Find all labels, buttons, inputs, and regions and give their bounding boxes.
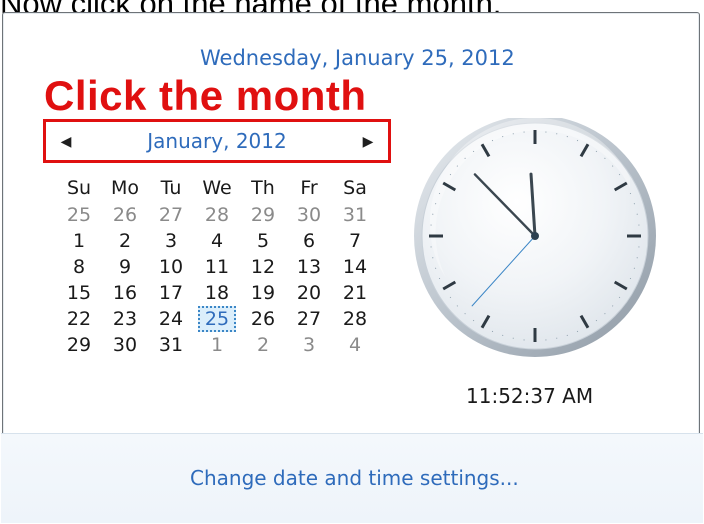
weekday-label: Mo	[110, 177, 140, 199]
weekday-label: We	[202, 177, 232, 199]
selected-day-cell[interactable]: 25	[194, 306, 240, 332]
instruction-annotation: Click the month	[44, 72, 367, 119]
day-cell[interactable]: 25	[56, 202, 102, 228]
day-cell[interactable]: 27	[148, 202, 194, 228]
day-cell[interactable]: 14	[332, 254, 378, 280]
day-cell[interactable]: 5	[240, 228, 286, 254]
day-cell[interactable]: 6	[286, 228, 332, 254]
month-navigation: ◀ January, 2012 ▶	[43, 119, 391, 163]
weekday-label: Sa	[343, 177, 367, 199]
previous-month-button[interactable]: ◀	[56, 132, 76, 152]
day-cell[interactable]: 23	[102, 306, 148, 332]
day-cell[interactable]: 28	[332, 306, 378, 332]
day-cell[interactable]: 31	[148, 332, 194, 358]
screenshot-root: Now click on the name of the month, Wedn…	[0, 0, 704, 524]
day-cell[interactable]: 4	[194, 228, 240, 254]
day-cell[interactable]: 28	[194, 202, 240, 228]
clock-center-pin	[531, 232, 539, 240]
day-cell[interactable]: 24	[148, 306, 194, 332]
day-cell[interactable]: 2	[102, 228, 148, 254]
day-cell[interactable]: 3	[286, 332, 332, 358]
calendar-week-row: 1 2 3 4 5 6 7	[56, 228, 378, 254]
day-cell[interactable]: 13	[286, 254, 332, 280]
calendar-week-row: 25 26 27 28 29 30 31	[56, 202, 378, 228]
weekday-label: Th	[251, 177, 275, 199]
day-cell[interactable]: 19	[240, 280, 286, 306]
digital-time: 11:52:37 AM	[466, 384, 594, 408]
day-cell[interactable]: 16	[102, 280, 148, 306]
change-settings-link[interactable]: Change date and time settings...	[190, 466, 519, 490]
day-cell[interactable]: 26	[240, 306, 286, 332]
calendar-week-row: 29 30 31 1 2 3 4	[56, 332, 378, 358]
calendar-grid: Su Mo Tu We Th Fr Sa 25 26 27 28 29 30 3…	[56, 174, 378, 358]
day-cell[interactable]: 10	[148, 254, 194, 280]
calendar-week-row: 15 16 17 18 19 20 21	[56, 280, 378, 306]
day-cell[interactable]: 8	[56, 254, 102, 280]
day-cell[interactable]: 29	[56, 332, 102, 358]
right-triangle-icon: ▶	[362, 134, 374, 150]
day-cell[interactable]: 15	[56, 280, 102, 306]
day-cell[interactable]: 22	[56, 306, 102, 332]
weekday-label: Su	[66, 177, 92, 199]
month-title-button[interactable]: January, 2012	[126, 129, 308, 153]
analog-clock	[414, 118, 656, 357]
day-cell[interactable]: 30	[102, 332, 148, 358]
calendar-week-row: 22 23 24 25 26 27 28	[56, 306, 378, 332]
day-cell[interactable]: 27	[286, 306, 332, 332]
day-cell[interactable]: 29	[240, 202, 286, 228]
day-cell[interactable]: 11	[194, 254, 240, 280]
day-cell[interactable]: 20	[286, 280, 332, 306]
left-triangle-icon: ◀	[60, 134, 72, 150]
day-cell[interactable]: 7	[332, 228, 378, 254]
weekday-label: Tu	[160, 177, 182, 199]
long-date-link[interactable]: Wednesday, January 25, 2012	[200, 46, 515, 70]
day-cell[interactable]: 17	[148, 280, 194, 306]
day-cell[interactable]: 26	[102, 202, 148, 228]
next-month-button[interactable]: ▶	[358, 132, 378, 152]
day-cell[interactable]: 9	[102, 254, 148, 280]
weekday-label: Fr	[300, 177, 318, 199]
day-cell[interactable]: 2	[240, 332, 286, 358]
calendar-week-row: 8 9 10 11 12 13 14	[56, 254, 378, 280]
day-cell[interactable]: 30	[286, 202, 332, 228]
day-cell[interactable]: 12	[240, 254, 286, 280]
day-cell[interactable]: 18	[194, 280, 240, 306]
day-cell[interactable]: 21	[332, 280, 378, 306]
today-marker: 25	[197, 306, 237, 332]
day-cell[interactable]: 4	[332, 332, 378, 358]
day-cell[interactable]: 1	[194, 332, 240, 358]
day-cell[interactable]: 3	[148, 228, 194, 254]
day-cell[interactable]: 1	[56, 228, 102, 254]
weekday-header-row: Su Mo Tu We Th Fr Sa	[56, 174, 378, 202]
day-cell[interactable]: 31	[332, 202, 378, 228]
